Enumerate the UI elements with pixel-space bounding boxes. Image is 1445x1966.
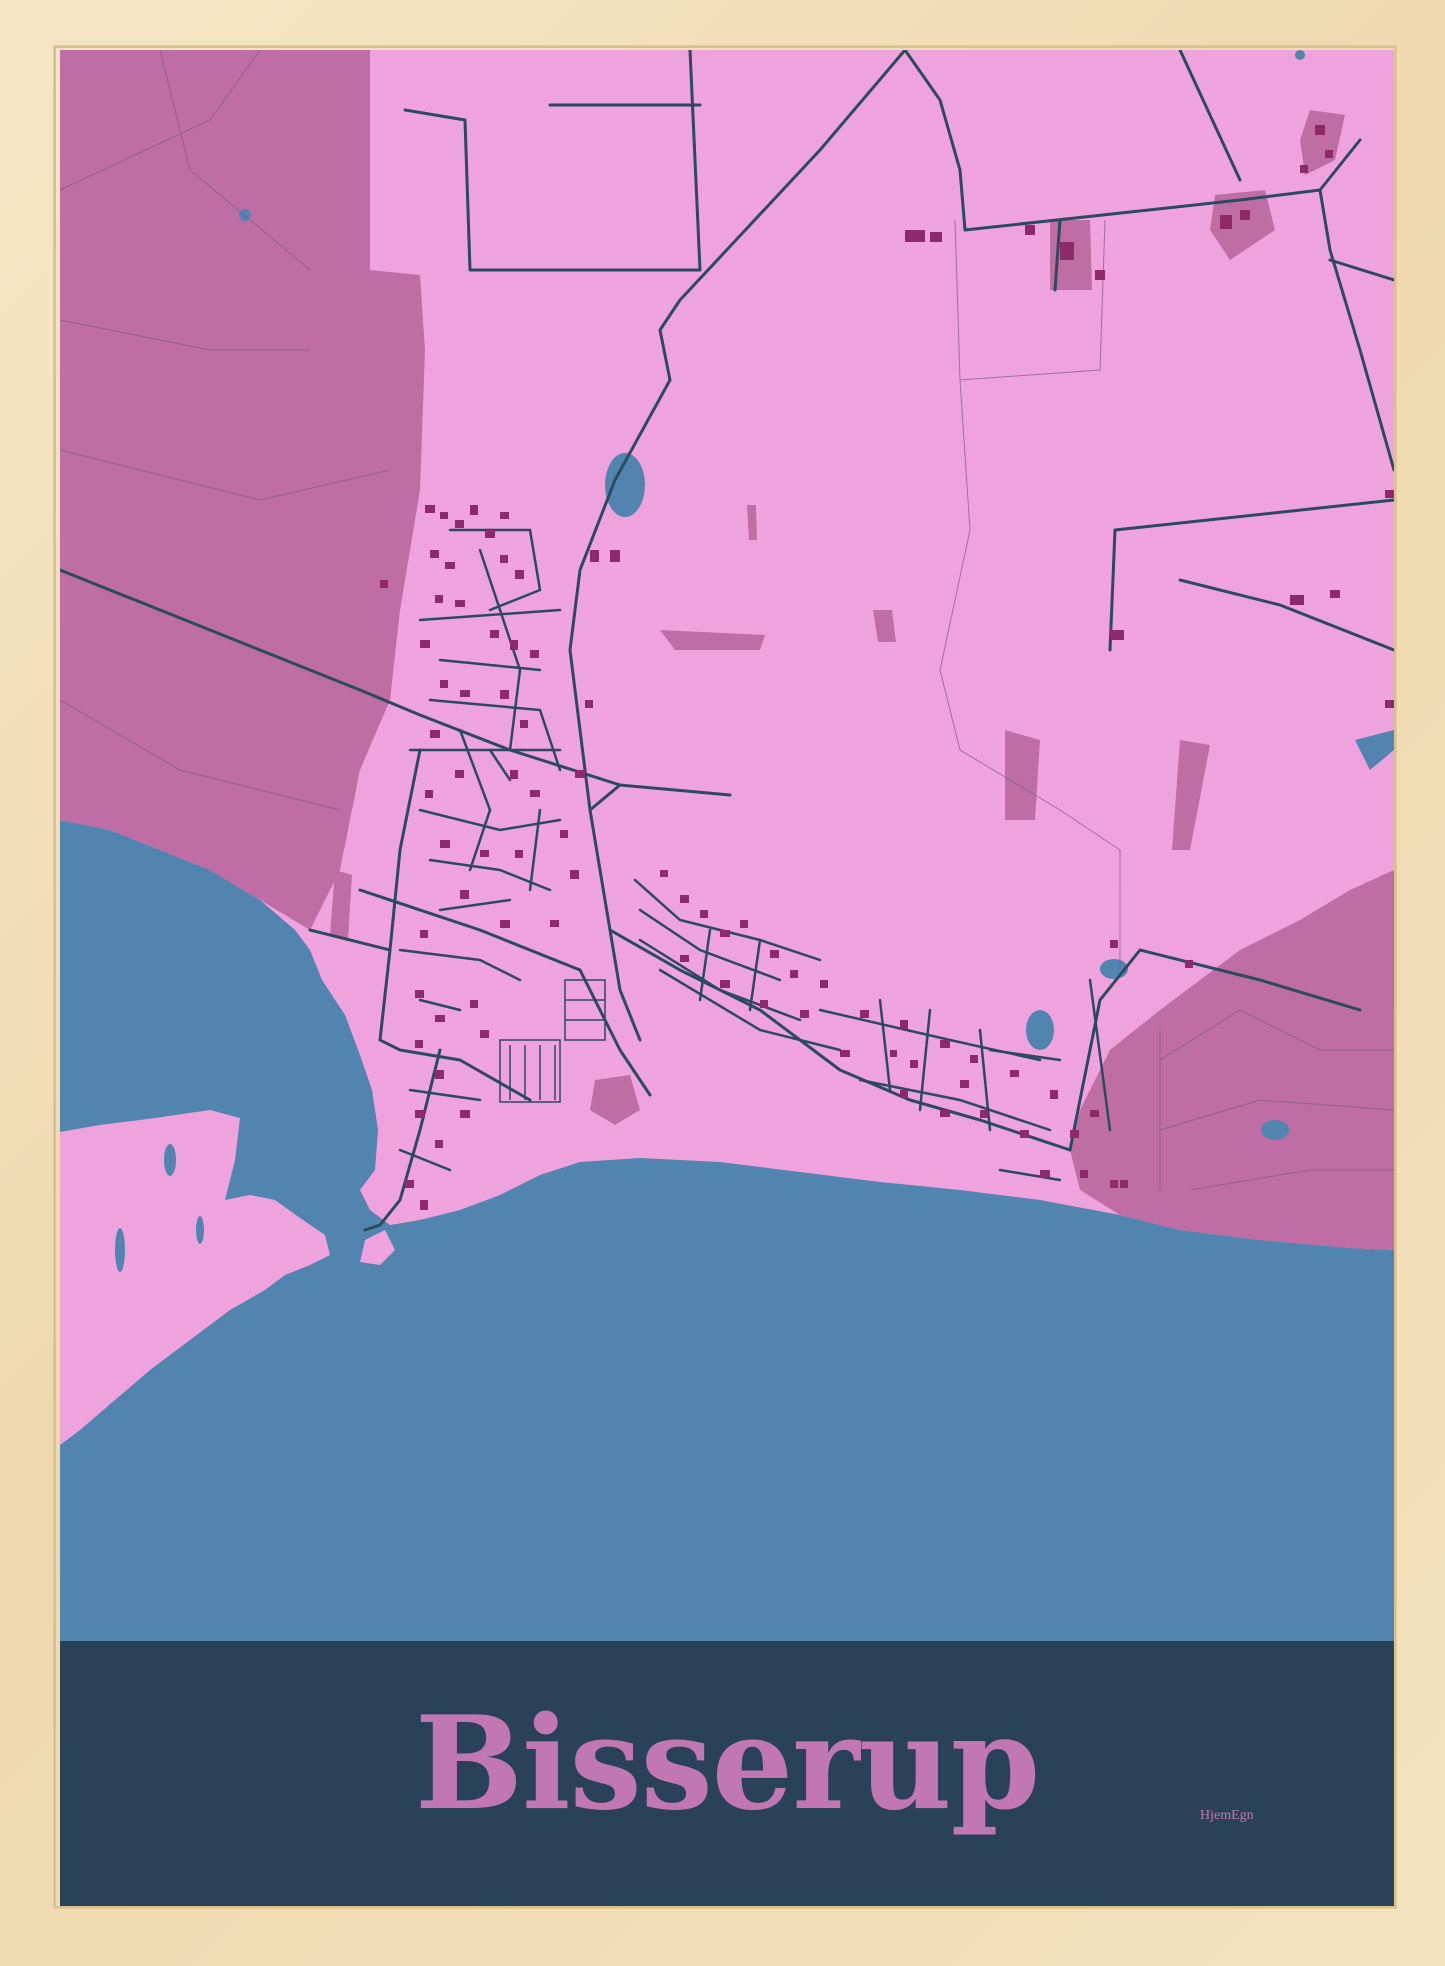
city-name: Bisserup — [414, 1689, 1040, 1839]
brand-logo: HjemEgn — [1200, 1808, 1254, 1823]
lagoon-2 — [115, 1228, 125, 1272]
city-map — [60, 50, 1394, 1641]
map-poster: Bisserup HjemEgn — [60, 50, 1394, 1906]
lake-east — [1026, 1010, 1054, 1050]
pond-woods — [1261, 1120, 1289, 1140]
pond-north — [1295, 50, 1305, 60]
lagoon-3 — [196, 1216, 204, 1244]
lagoon-1 — [164, 1144, 176, 1176]
field-patch-1 — [1005, 730, 1040, 820]
